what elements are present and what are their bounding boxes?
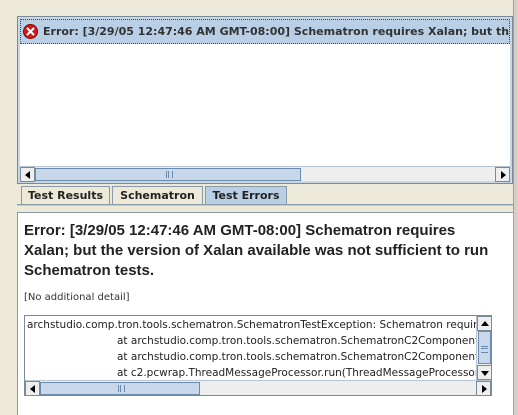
window-edge <box>513 0 518 415</box>
error-icon <box>23 24 38 39</box>
stack-trace-line: at c2.pcwrap.ThreadMessageProcessor.run(… <box>117 367 477 379</box>
stack-trace-horizontal-scrollbar[interactable] <box>25 380 491 396</box>
tab-schematron[interactable]: Schematron <box>112 186 203 205</box>
stack-trace-text[interactable]: archstudio.comp.tron.tools.schematron.Sc… <box>27 317 477 380</box>
scroll-left-button[interactable] <box>25 381 40 396</box>
tab-label: Test Errors <box>212 189 280 202</box>
error-message-heading: Error: [3/29/05 12:47:46 AM GMT-08:00] S… <box>24 222 489 279</box>
error-list-panel: Error: [3/29/05 12:47:46 AM GMT-08:00] S… <box>17 16 513 184</box>
stack-trace-line: archstudio.comp.tron.tools.schematron.Sc… <box>27 319 477 331</box>
scroll-down-button[interactable] <box>477 365 492 380</box>
scroll-grip-icon <box>166 171 173 178</box>
tab-test-results[interactable]: Test Results <box>21 186 110 205</box>
scroll-grip-icon <box>118 385 125 392</box>
no-additional-detail-label: [No additional detail] <box>24 292 130 303</box>
scrollbar-thumb[interactable] <box>35 168 301 181</box>
scroll-right-button[interactable] <box>476 381 491 396</box>
stack-trace-box[interactable]: archstudio.comp.tron.tools.schematron.Sc… <box>24 315 492 396</box>
scroll-right-button[interactable] <box>495 167 510 182</box>
error-detail-panel: Error: [3/29/05 12:47:46 AM GMT-08:00] S… <box>17 212 513 415</box>
tab-test-errors[interactable]: Test Errors <box>205 186 287 205</box>
tab-strip-divider <box>17 204 513 206</box>
scroll-up-button[interactable] <box>477 316 492 331</box>
scrollbar-thumb[interactable] <box>478 331 491 364</box>
scrollbar-thumb[interactable] <box>40 382 200 395</box>
scroll-grip-icon <box>481 345 488 353</box>
error-list-item[interactable]: Error: [3/29/05 12:47:46 AM GMT-08:00] S… <box>20 19 510 44</box>
tab-label: Test Results <box>27 189 104 202</box>
stack-trace-line: at archstudio.comp.tron.tools.schematron… <box>117 351 477 363</box>
error-list: Error: [3/29/05 12:47:46 AM GMT-08:00] S… <box>20 19 510 166</box>
stack-trace-vertical-scrollbar[interactable] <box>476 316 492 380</box>
error-list-horizontal-scrollbar[interactable] <box>20 166 510 182</box>
stack-trace-line: at archstudio.comp.tron.tools.schematron… <box>117 335 477 347</box>
scroll-left-button[interactable] <box>20 167 35 182</box>
tab-label: Schematron <box>120 189 195 202</box>
error-list-item-text: Error: [3/29/05 12:47:46 AM GMT-08:00] S… <box>43 25 510 38</box>
